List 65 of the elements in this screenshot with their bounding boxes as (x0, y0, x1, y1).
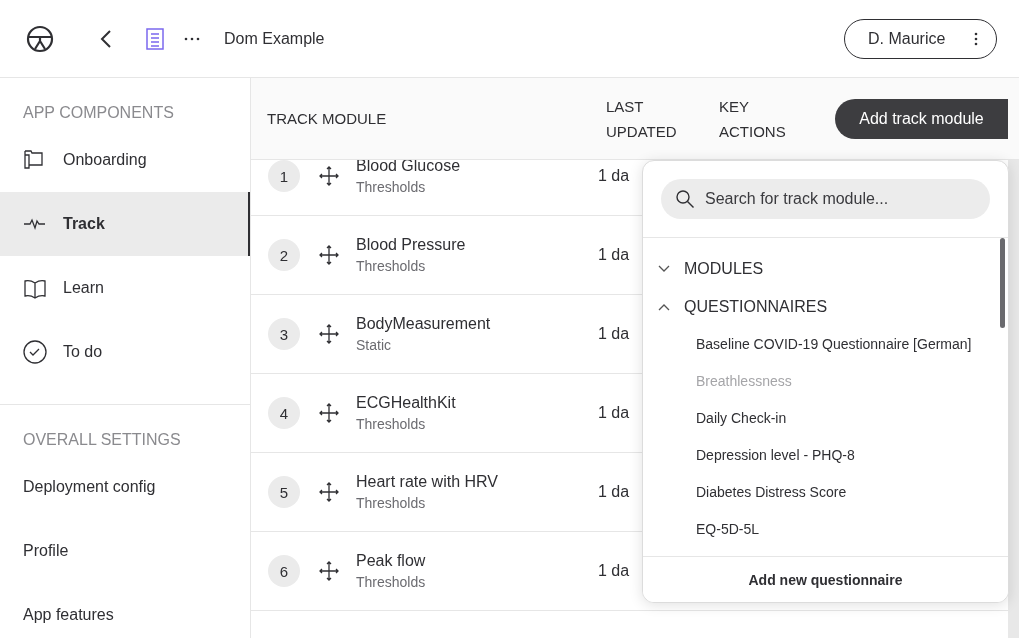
sidebar-item[interactable]: To do (0, 320, 250, 384)
questionnaire-option[interactable]: Baseline COVID-19 Questionnaire [German] (643, 326, 1008, 363)
chevron-icon (658, 303, 670, 311)
module-type: Thresholds (356, 416, 427, 432)
row-number: 3 (268, 318, 300, 350)
more-icon[interactable] (184, 36, 200, 41)
module-name[interactable]: Blood Glucose (356, 160, 598, 175)
row-number: 6 (268, 555, 300, 587)
module-name[interactable]: Blood Pressure (356, 236, 598, 254)
sidebar-item[interactable]: Learn (0, 256, 250, 320)
module-type: Static (356, 337, 392, 353)
module-name[interactable]: Heart rate with HRV (356, 473, 598, 491)
search-field[interactable]: Search for track module... (661, 179, 990, 219)
app-title: Dom Example (224, 29, 325, 48)
move-icon (317, 164, 341, 188)
last-updated: 1 da (598, 562, 630, 580)
add-questionnaire-button[interactable]: Add new questionnaire (643, 556, 1008, 602)
questionnaire-option[interactable]: Depression level - PHQ-8 (643, 437, 1008, 474)
last-updated: 1 da (598, 325, 630, 343)
questionnaire-option[interactable]: Daily Check-in (643, 400, 1008, 437)
group-toggle[interactable]: QUESTIONNAIRES (643, 288, 828, 326)
module-type: Thresholds (356, 179, 427, 195)
add-track-module-button[interactable]: Add track module (835, 98, 1008, 139)
row-number: 4 (268, 397, 300, 429)
back-icon[interactable] (100, 28, 112, 49)
column-header: TRACK MODULE (267, 109, 388, 129)
document-icon[interactable] (146, 27, 164, 50)
scrollbar-thumb[interactable] (1000, 238, 1005, 328)
move-icon (317, 322, 341, 346)
group-toggle[interactable]: MODULES (643, 250, 764, 288)
section-title: OVERALL SETTINGS (22, 431, 182, 449)
row-number: 5 (268, 476, 300, 508)
last-updated: 1 da (598, 167, 630, 185)
logo-icon[interactable] (26, 24, 54, 53)
move-icon (317, 559, 341, 583)
last-updated: 1 da (598, 404, 630, 422)
move-icon (317, 480, 341, 504)
column-header: KEY ACTIONS (719, 96, 787, 142)
module-type: Thresholds (356, 258, 427, 274)
scrollbar[interactable] (1008, 160, 1019, 638)
sidebar-item[interactable]: Track (0, 192, 250, 256)
last-updated: 1 da (598, 483, 630, 501)
section-title: APP COMPONENTS (22, 104, 175, 122)
module-name[interactable]: ECGHealthKit (356, 394, 598, 412)
module-name[interactable]: Peak flow (356, 552, 598, 570)
sidebar-item[interactable]: Onboarding (0, 128, 250, 192)
questionnaire-option[interactable]: EQ-5D-5L (643, 511, 1008, 548)
move-icon (317, 243, 341, 267)
questionnaire-option[interactable]: Diabetes Distress Score (643, 474, 1008, 511)
module-type: Thresholds (356, 574, 427, 590)
row-number: 1 (268, 160, 300, 192)
chevron-icon (658, 265, 670, 273)
search-icon (675, 189, 695, 209)
last-updated: 1 da (598, 246, 630, 264)
sidebar-item[interactable]: Deployment config (0, 455, 250, 519)
column-header: LAST UPDATED (606, 96, 678, 142)
module-type: Thresholds (356, 495, 427, 511)
move-icon (317, 401, 341, 425)
more-vertical-icon (974, 31, 978, 46)
sidebar-item[interactable]: App features (0, 583, 250, 638)
check-circle-icon (23, 340, 47, 364)
row-number: 2 (268, 239, 300, 271)
user-menu-button[interactable]: D. Maurice (844, 18, 997, 59)
module-name[interactable]: BodyMeasurement (356, 315, 598, 333)
sidebar-item[interactable]: Profile (0, 519, 250, 583)
